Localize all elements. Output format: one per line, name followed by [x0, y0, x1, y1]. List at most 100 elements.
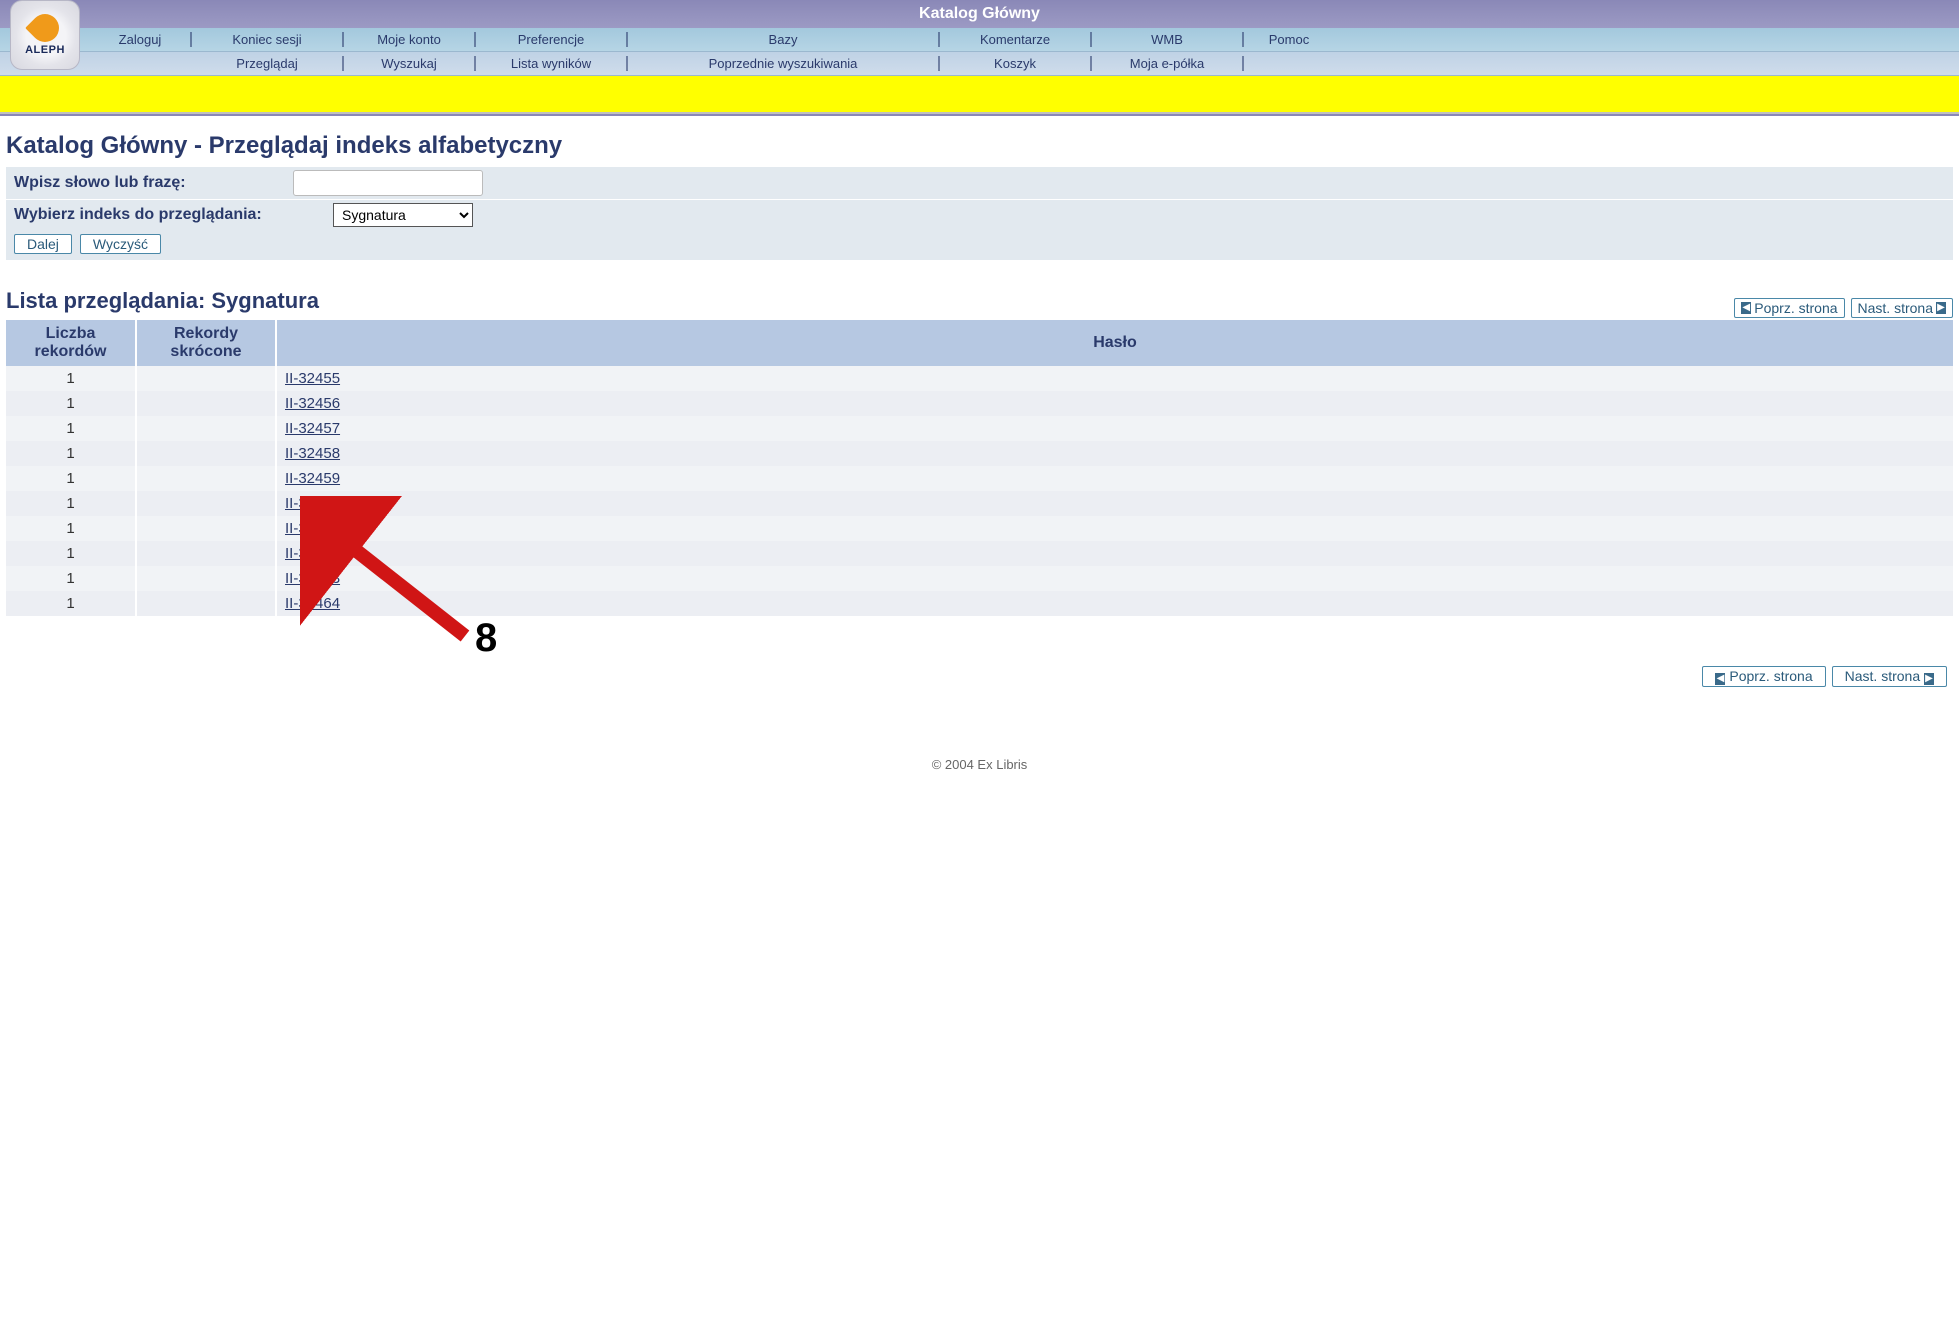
nav-previous-searches[interactable]: Poprzednie wyszukiwania — [628, 52, 938, 75]
nav-my-eshelf[interactable]: Moja e-półka — [1092, 52, 1242, 75]
nav-wmb[interactable]: WMB — [1092, 28, 1242, 51]
entry-link[interactable]: II-32462 — [285, 545, 340, 562]
cell-count: 1 — [6, 566, 136, 591]
nav-search[interactable]: Wyszukaj — [344, 52, 474, 75]
col-header-entry: Hasło — [276, 320, 1953, 366]
cell-entry: II-32459 — [276, 466, 1953, 491]
nav-row-primary: Zaloguj Koniec sesji Moje konto Preferen… — [0, 28, 1959, 52]
annotation-number: 8 — [475, 616, 497, 661]
table-row: 1 II-32458 — [6, 441, 1953, 466]
nav-basket[interactable]: Koszyk — [940, 52, 1090, 75]
nav-login[interactable]: Zaloguj — [90, 28, 190, 51]
next-page-label: Nast. strona — [1858, 300, 1933, 316]
cell-entry: II-32458 — [276, 441, 1953, 466]
table-row: 1 II-32459 — [6, 466, 1953, 491]
arrow-left-icon: ◀ — [1741, 302, 1751, 314]
cell-count: 1 — [6, 591, 136, 616]
cell-count: 1 — [6, 441, 136, 466]
go-button[interactable]: Dalej — [14, 234, 72, 254]
cell-count: 1 — [6, 516, 136, 541]
footer: © 2004 Ex Libris — [6, 757, 1953, 792]
pager-top: ◀ Poprz. strona Nast. strona ▶ — [1734, 298, 1953, 318]
next-page-label-bottom: Nast. strona — [1845, 668, 1920, 684]
nav-browse[interactable]: Przeglądaj — [192, 52, 342, 75]
nav-comments[interactable]: Komentarze — [940, 28, 1090, 51]
entry-link[interactable]: II-32460 — [285, 495, 340, 512]
clear-button[interactable]: Wyczyść — [80, 234, 161, 254]
nav-my-account[interactable]: Moje konto — [344, 28, 474, 51]
table-row: 1 II-32461 — [6, 516, 1953, 541]
aleph-logo-icon — [25, 8, 65, 48]
nav-databases[interactable]: Bazy — [628, 28, 938, 51]
cell-short-records — [136, 566, 276, 591]
cell-count: 1 — [6, 416, 136, 441]
cell-entry: II-32457 — [276, 416, 1953, 441]
table-row: 1 II-32457 — [6, 416, 1953, 441]
nav-help[interactable]: Pomoc — [1244, 28, 1334, 51]
banner: Katalog Główny — [0, 0, 1959, 28]
cell-short-records — [136, 391, 276, 416]
cell-short-records — [136, 541, 276, 566]
cell-count: 1 — [6, 541, 136, 566]
nav-end-session[interactable]: Koniec sesji — [192, 28, 342, 51]
index-select[interactable]: Sygnatura — [333, 203, 473, 227]
next-page-button-bottom[interactable]: Nast. strona ▶ — [1832, 666, 1947, 687]
col-header-short: Rekordy skrócone — [136, 320, 276, 366]
nav-results-list[interactable]: Lista wyników — [476, 52, 626, 75]
arrow-right-icon: ▶ — [1924, 673, 1934, 685]
banner-title: Katalog Główny — [0, 0, 1959, 28]
cell-short-records — [136, 591, 276, 616]
form-row-phrase: Wpisz słowo lub frazę: — [6, 166, 1953, 199]
cell-count: 1 — [6, 491, 136, 516]
cell-short-records — [136, 466, 276, 491]
cell-short-records — [136, 366, 276, 391]
nav-preferences[interactable]: Preferencje — [476, 28, 626, 51]
entry-link[interactable]: II-32457 — [285, 420, 340, 437]
cell-count: 1 — [6, 466, 136, 491]
entry-link[interactable]: II-32456 — [285, 395, 340, 412]
cell-entry: II-32455 — [276, 366, 1953, 391]
cell-short-records — [136, 491, 276, 516]
prev-page-label: Poprz. strona — [1754, 300, 1837, 316]
browse-table: Liczba rekordów Rekordy skrócone Hasło 1… — [6, 320, 1953, 616]
cell-entry: II-32461 — [276, 516, 1953, 541]
nav-padding — [90, 52, 190, 75]
table-row: 1 II-32456 — [6, 391, 1953, 416]
cell-count: 1 — [6, 366, 136, 391]
phrase-input[interactable] — [293, 170, 483, 196]
cell-entry: II-32464 — [276, 591, 1953, 616]
cell-entry: II-32456 — [276, 391, 1953, 416]
nav-row-secondary: Przeglądaj Wyszukaj Lista wyników Poprze… — [0, 52, 1959, 76]
prev-page-button-bottom[interactable]: ◀ Poprz. strona — [1702, 666, 1825, 687]
entry-link[interactable]: II-32455 — [285, 370, 340, 387]
cell-short-records — [136, 416, 276, 441]
cell-entry: II-32462 — [276, 541, 1953, 566]
pager-bottom: ◀ Poprz. strona Nast. strona ▶ — [6, 616, 1953, 687]
table-row: 1 II-32462 — [6, 541, 1953, 566]
prev-page-button[interactable]: ◀ Poprz. strona — [1734, 298, 1844, 318]
cell-entry: II-32460 — [276, 491, 1953, 516]
cell-short-records — [136, 516, 276, 541]
arrow-left-icon: ◀ — [1715, 673, 1725, 685]
entry-link[interactable]: II-32458 — [285, 445, 340, 462]
browse-list-title: Lista przeglądania: Sygnatura — [6, 288, 319, 314]
cell-entry: II-32463 — [276, 566, 1953, 591]
aleph-logo: ALEPH — [10, 0, 80, 70]
table-row: 1 II-32455 — [6, 366, 1953, 391]
prev-page-label-bottom: Poprz. strona — [1729, 668, 1812, 684]
entry-link[interactable]: II-32463 — [285, 570, 340, 587]
page-title: Katalog Główny - Przeglądaj indeks alfab… — [6, 132, 1953, 160]
form-row-index: Wybierz indeks do przeglądania: Sygnatur… — [6, 199, 1953, 230]
entry-link[interactable]: II-32459 — [285, 470, 340, 487]
entry-link[interactable]: II-32461 — [285, 520, 340, 537]
nav-padding-2 — [1244, 52, 1334, 75]
phrase-label: Wpisz słowo lub frazę: — [14, 174, 279, 192]
col-header-count: Liczba rekordów — [6, 320, 136, 366]
message-bar — [0, 76, 1959, 114]
table-row: 1 II-32464 — [6, 591, 1953, 616]
cell-short-records — [136, 441, 276, 466]
index-label: Wybierz indeks do przeglądania: — [14, 206, 319, 224]
cell-count: 1 — [6, 391, 136, 416]
next-page-button[interactable]: Nast. strona ▶ — [1851, 298, 1953, 318]
entry-link[interactable]: II-32464 — [285, 595, 340, 612]
